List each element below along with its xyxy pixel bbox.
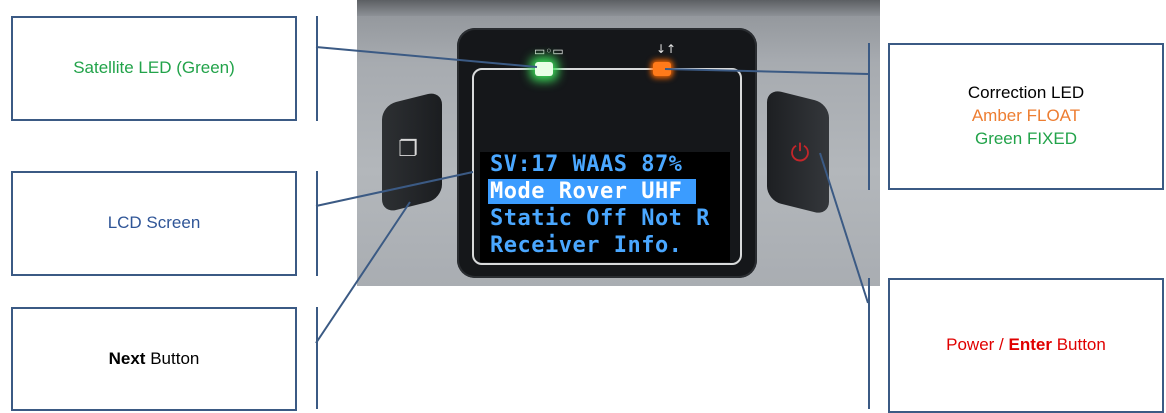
callout-satellite-led: Satellite LED (Green) bbox=[11, 16, 297, 121]
leader-correction bbox=[664, 68, 869, 75]
bracket-next bbox=[316, 307, 318, 409]
bracket-correction bbox=[868, 43, 870, 190]
callout-correction-line1: Correction LED bbox=[967, 83, 1085, 103]
callout-next-text: Next Button bbox=[13, 348, 295, 371]
leader-satellite bbox=[315, 46, 538, 68]
callout-power-part1: Power / bbox=[946, 335, 1009, 355]
callout-power-bold: Enter bbox=[1008, 335, 1052, 355]
leader-power bbox=[819, 152, 869, 304]
callout-lcd-screen: LCD Screen bbox=[11, 171, 297, 276]
callout-power-part2: Button bbox=[1051, 335, 1106, 355]
callout-power-text: Power / Enter Button bbox=[890, 334, 1162, 357]
leader-lcd bbox=[315, 171, 474, 207]
callout-lcd-text: LCD Screen bbox=[107, 213, 201, 233]
callout-correction-line2: Amber FLOAT bbox=[971, 106, 1081, 126]
bracket-satellite bbox=[316, 16, 318, 121]
callout-next-rest: Button bbox=[145, 348, 200, 368]
callout-next-button: Next Button bbox=[11, 307, 297, 411]
callout-correction-text: Correction LED Amber FLOAT Green FIXED bbox=[890, 82, 1162, 151]
leader-next bbox=[315, 201, 411, 344]
bracket-lcd bbox=[316, 171, 318, 276]
bracket-power bbox=[868, 278, 870, 409]
callout-power-button: Power / Enter Button bbox=[888, 278, 1164, 413]
callout-next-bold: Next bbox=[108, 348, 146, 368]
callout-correction-led: Correction LED Amber FLOAT Green FIXED bbox=[888, 43, 1164, 190]
callout-satellite-text: Satellite LED (Green) bbox=[73, 58, 235, 78]
callout-correction-line3: Green FIXED bbox=[974, 128, 1078, 148]
